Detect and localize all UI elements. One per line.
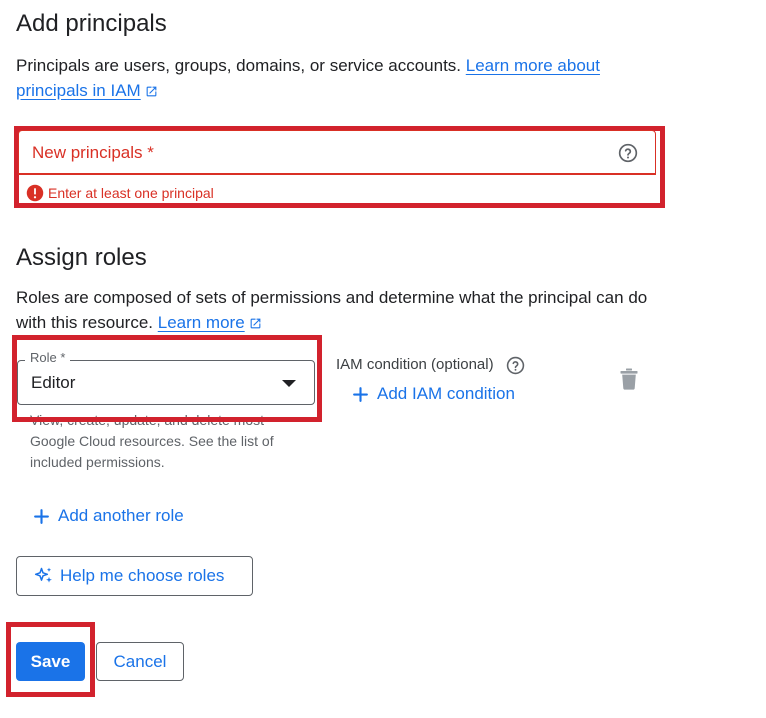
save-button[interactable]: Save: [16, 642, 85, 681]
assign-roles-heading: Assign roles: [16, 244, 147, 271]
external-link-icon: [250, 318, 261, 329]
help-icon[interactable]: [506, 356, 525, 375]
cancel-button[interactable]: Cancel: [96, 642, 184, 681]
external-link-icon: [146, 86, 157, 97]
help-icon[interactable]: [618, 143, 638, 163]
principals-description-text: Principals are users, groups, domains, o…: [16, 56, 462, 75]
sparkle-icon: [34, 567, 52, 583]
role-highlight-box: [12, 335, 322, 422]
add-iam-condition-button[interactable]: Add IAM condition: [352, 384, 515, 404]
add-iam-condition-label: Add IAM condition: [377, 384, 515, 403]
page-title: Add principals: [16, 10, 167, 37]
principals-description: Principals are users, groups, domains, o…: [16, 53, 636, 103]
add-another-role-button[interactable]: Add another role: [33, 506, 184, 526]
principals-error-message: Enter at least one principal: [48, 185, 214, 201]
help-me-choose-roles-button[interactable]: Help me choose roles: [16, 556, 253, 596]
add-another-role-label: Add another role: [58, 506, 184, 525]
error-icon: [26, 184, 44, 202]
plus-icon: [353, 386, 368, 402]
roles-description: Roles are composed of sets of permission…: [16, 285, 656, 335]
new-principals-label: New principals *: [32, 143, 154, 162]
iam-condition-label: IAM condition (optional): [336, 356, 494, 373]
roles-description-text: Roles are composed of sets of permission…: [16, 288, 648, 332]
trash-icon[interactable]: [620, 368, 638, 390]
help-me-choose-roles-label: Help me choose roles: [60, 566, 225, 585]
learn-more-roles-link[interactable]: Learn more: [158, 313, 262, 332]
plus-icon: [34, 508, 49, 524]
new-principals-input[interactable]: New principals *: [18, 130, 656, 175]
